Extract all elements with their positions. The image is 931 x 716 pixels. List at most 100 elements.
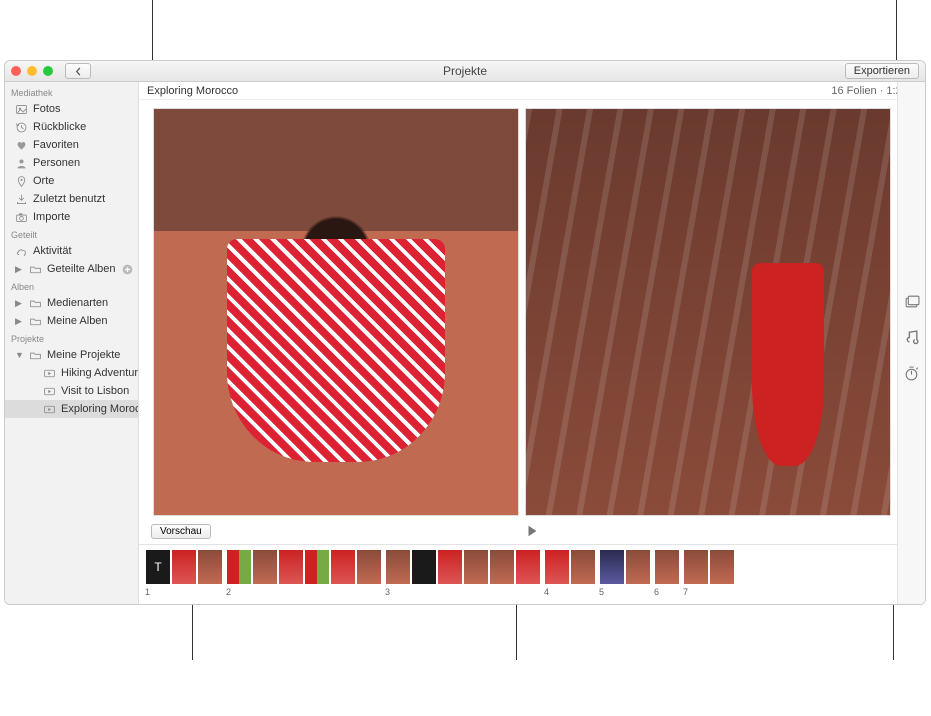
sidebar-item-label: Meine Projekte <box>47 349 120 361</box>
filmstrip-thumb[interactable] <box>304 549 330 585</box>
sidebar-item-label: Rückblicke <box>33 121 86 133</box>
sidebar-item-zuletzt[interactable]: Zuletzt benutzt <box>5 190 138 208</box>
filmstrip-thumb[interactable] <box>226 549 252 585</box>
filmstrip-number: 3 <box>385 585 541 597</box>
sidebar-item-importe[interactable]: Importe <box>5 208 138 226</box>
folder-icon <box>29 315 42 328</box>
filmstrip-number: 1 <box>145 585 223 597</box>
disclosure-triangle-icon[interactable]: ▶ <box>15 316 24 327</box>
filmstrip-thumb[interactable] <box>171 549 197 585</box>
filmstrip-thumb[interactable] <box>683 549 709 585</box>
filmstrip-group-3[interactable]: 3 <box>385 549 541 597</box>
sidebar-section-geteilt: Geteilt <box>5 226 138 242</box>
filmstrip-thumb[interactable] <box>489 549 515 585</box>
sidebar-item-label: Visit to Lisbon <box>61 385 129 397</box>
duration-button[interactable] <box>903 364 921 382</box>
window-title: Projekte <box>5 64 925 78</box>
sidebar-item-label: Meine Alben <box>47 315 108 327</box>
sidebar-project-hiking[interactable]: Hiking Adventure <box>5 364 138 382</box>
filmstrip-thumb[interactable] <box>385 549 411 585</box>
filmstrip-thumb[interactable] <box>515 549 541 585</box>
heart-icon <box>15 139 28 152</box>
callout-leader <box>152 0 153 60</box>
slide-preview-area <box>139 100 925 518</box>
sidebar-item-aktivitaet[interactable]: Aktivität <box>5 242 138 260</box>
project-title: Exploring Morocco <box>147 85 238 97</box>
sidebar-item-geteilte-alben[interactable]: ▶ Geteilte Alben <box>5 260 138 278</box>
disclosure-triangle-icon[interactable]: ▶ <box>15 264 24 275</box>
pin-icon <box>15 175 28 188</box>
photos-icon <box>15 103 28 116</box>
filmstrip[interactable]: T 1 2 <box>139 544 925 604</box>
preview-button[interactable]: Vorschau <box>151 524 211 539</box>
title-slide-label: T <box>154 560 161 574</box>
content-area: Exploring Morocco 16 Folien · 1:28m Vors… <box>139 82 925 604</box>
slide-controls-bar: Vorschau <box>139 518 925 544</box>
sidebar-item-label: Aktivität <box>33 245 72 257</box>
music-button[interactable] <box>903 328 921 346</box>
sidebar-item-orte[interactable]: Orte <box>5 172 138 190</box>
sidebar-project-morocco[interactable]: Exploring Moroc… <box>5 400 138 418</box>
window-titlebar: Projekte Exportieren <box>5 61 925 82</box>
add-shared-album-button[interactable] <box>121 263 134 276</box>
sidebar-item-meine-projekte[interactable]: ▼ Meine Projekte <box>5 346 138 364</box>
sidebar-item-personen[interactable]: Personen <box>5 154 138 172</box>
play-button[interactable] <box>525 524 539 538</box>
filmstrip-thumb[interactable] <box>356 549 382 585</box>
sidebar-item-rueckblicke[interactable]: Rückblicke <box>5 118 138 136</box>
filmstrip-thumb[interactable] <box>544 549 570 585</box>
sidebar-section-alben: Alben <box>5 278 138 294</box>
sidebar-item-medienarten[interactable]: ▶ Medienarten <box>5 294 138 312</box>
filmstrip-title-thumb[interactable]: T <box>145 549 171 585</box>
filmstrip-group-1[interactable]: T 1 <box>145 549 223 597</box>
filmstrip-group-4[interactable]: 4 <box>544 549 596 597</box>
sidebar: Mediathek Fotos Rückblicke Favoriten <box>5 82 139 604</box>
filmstrip-thumb[interactable] <box>599 549 625 585</box>
filmstrip-thumb[interactable] <box>463 549 489 585</box>
sidebar-item-favoriten[interactable]: Favoriten <box>5 136 138 154</box>
slide-image-left[interactable] <box>153 108 519 516</box>
sidebar-project-lisbon[interactable]: Visit to Lisbon <box>5 382 138 400</box>
play-icon <box>525 524 539 538</box>
filmstrip-group-5[interactable]: 5 <box>599 549 651 597</box>
filmstrip-group-6[interactable]: 6 <box>654 549 680 597</box>
filmstrip-thumb[interactable] <box>709 549 735 585</box>
filmstrip-thumb[interactable] <box>437 549 463 585</box>
sidebar-item-fotos[interactable]: Fotos <box>5 100 138 118</box>
filmstrip-thumb[interactable] <box>654 549 680 585</box>
filmstrip-thumb[interactable] <box>197 549 223 585</box>
sidebar-item-label: Exploring Moroc… <box>61 403 139 415</box>
project-header: Exploring Morocco 16 Folien · 1:28m <box>139 82 925 100</box>
import-icon <box>15 193 28 206</box>
filmstrip-number: 2 <box>226 585 382 597</box>
slideshow-icon <box>43 385 56 398</box>
theme-button[interactable] <box>903 292 921 310</box>
sidebar-item-label: Medienarten <box>47 297 108 309</box>
filmstrip-thumb[interactable] <box>625 549 651 585</box>
sidebar-item-label: Hiking Adventure <box>61 367 139 379</box>
filmstrip-group-2[interactable]: 2 <box>226 549 382 597</box>
disclosure-triangle-icon[interactable]: ▼ <box>15 350 24 360</box>
filmstrip-thumb[interactable] <box>278 549 304 585</box>
filmstrip-thumb[interactable] <box>330 549 356 585</box>
filmstrip-group-7[interactable]: 7 <box>683 549 735 597</box>
sidebar-section-mediathek: Mediathek <box>5 84 138 100</box>
sidebar-item-meine-alben[interactable]: ▶ Meine Alben <box>5 312 138 330</box>
filmstrip-thumb[interactable] <box>411 549 437 585</box>
folder-icon <box>29 349 42 362</box>
cloud-icon <box>15 245 28 258</box>
disclosure-triangle-icon[interactable]: ▶ <box>15 298 24 309</box>
sidebar-item-label: Orte <box>33 175 54 187</box>
filmstrip-thumb[interactable] <box>252 549 278 585</box>
filmstrip-number: 6 <box>654 585 680 597</box>
slide-image-right[interactable] <box>525 108 891 516</box>
sidebar-item-label: Fotos <box>33 103 61 115</box>
clock-back-icon <box>15 121 28 134</box>
filmstrip-thumb[interactable] <box>570 549 596 585</box>
callout-leader <box>896 0 897 60</box>
callout-leader <box>893 605 894 660</box>
slideshow-icon <box>43 367 56 380</box>
folder-icon <box>29 263 42 276</box>
folder-icon <box>29 297 42 310</box>
music-note-icon <box>903 329 920 346</box>
